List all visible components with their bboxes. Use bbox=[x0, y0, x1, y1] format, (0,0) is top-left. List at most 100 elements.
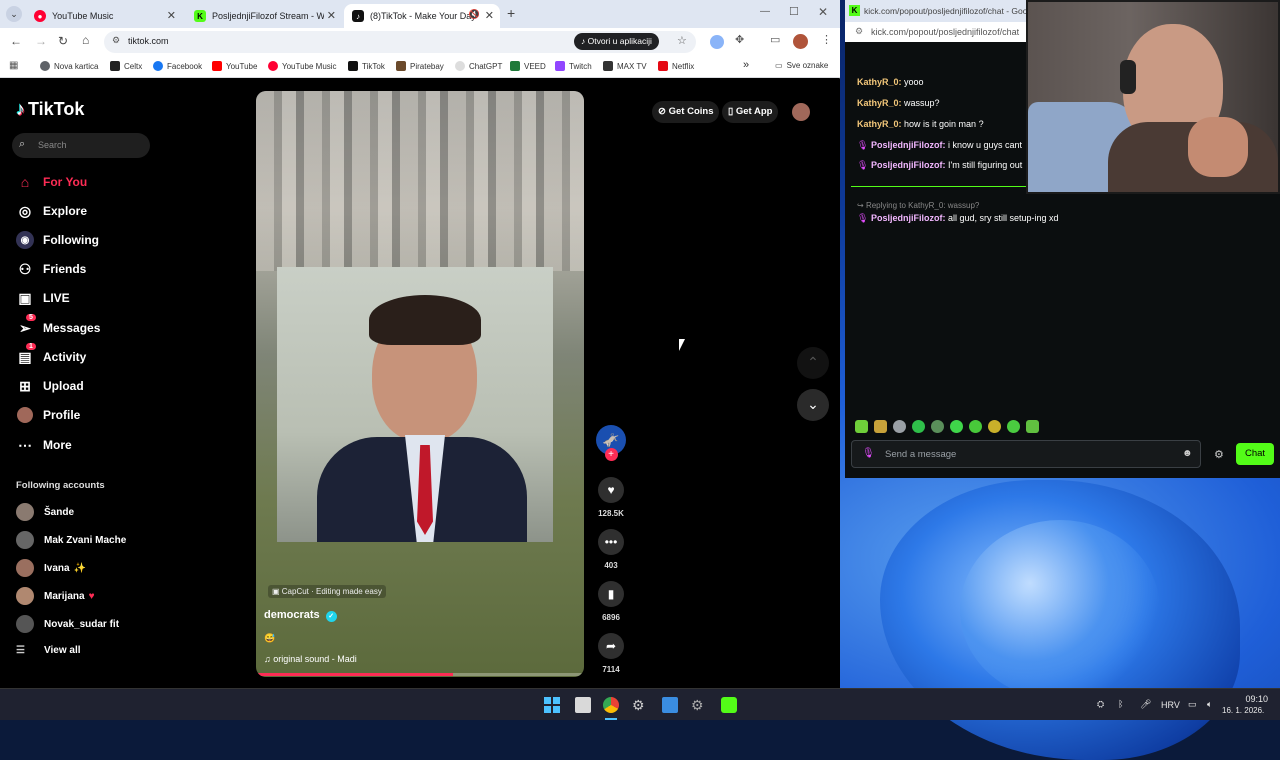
apps-icon[interactable]: ▦ bbox=[9, 60, 18, 71]
nav-for-you[interactable]: ⌂ For You bbox=[16, 173, 87, 191]
close-tab-icon[interactable]: ✕ bbox=[327, 9, 336, 22]
emote-icon[interactable] bbox=[931, 420, 944, 433]
cast-icon[interactable]: ▭ bbox=[770, 33, 780, 46]
save-button[interactable]: ▮ 6896 bbox=[596, 581, 626, 622]
chat-username[interactable]: KathyR_0: bbox=[857, 98, 902, 108]
like-button[interactable]: ♥ 128.5K bbox=[596, 477, 626, 518]
following-account[interactable]: Marijana ♥ bbox=[16, 587, 95, 605]
file-explorer-icon[interactable] bbox=[575, 697, 591, 713]
bookmark-twitch[interactable]: Twitch bbox=[555, 61, 592, 71]
mute-icon[interactable]: 🔇 bbox=[469, 9, 480, 20]
back-icon[interactable]: ← bbox=[10, 34, 22, 48]
clock-time[interactable]: 09:10 bbox=[1232, 694, 1268, 704]
start-icon[interactable] bbox=[544, 697, 560, 713]
nav-live[interactable]: ▣ LIVE bbox=[16, 289, 69, 307]
settings-icon[interactable]: ⚙ bbox=[632, 697, 648, 713]
profile-avatar[interactable] bbox=[793, 34, 808, 49]
kick-app-icon[interactable] bbox=[721, 697, 737, 713]
get-app-button[interactable]: ▯ Get App bbox=[722, 101, 779, 123]
chat-username[interactable]: KathyR_0: bbox=[857, 119, 902, 129]
all-bookmarks-folder[interactable]: ▭ Sve oznake bbox=[775, 61, 828, 70]
network-icon[interactable]: ▭ bbox=[1188, 699, 1197, 710]
bookmark-celtx[interactable]: Celtx bbox=[110, 61, 142, 71]
bookmark-tiktok[interactable]: TikTok bbox=[348, 61, 385, 71]
chrome-icon[interactable] bbox=[603, 697, 619, 713]
emoji-picker-icon[interactable]: ☻ bbox=[1182, 448, 1193, 459]
following-account[interactable]: Šande bbox=[16, 503, 74, 521]
nav-following[interactable]: ◉ Following bbox=[16, 231, 99, 249]
site-info-icon[interactable]: ⚙ bbox=[112, 35, 120, 46]
reload-icon[interactable]: ↻ bbox=[58, 34, 68, 48]
video-progress-track[interactable] bbox=[256, 673, 584, 676]
tiktok-logo[interactable]: ♪ TikTok bbox=[16, 99, 84, 120]
nav-more[interactable]: ⋯ More bbox=[16, 436, 72, 454]
bookmark-netflix[interactable]: Netflix bbox=[658, 61, 694, 71]
close-tab-icon[interactable]: ✕ bbox=[485, 9, 494, 22]
next-video-button[interactable]: ⌄ bbox=[797, 389, 829, 421]
chat-username[interactable]: KathyR_0: bbox=[857, 77, 902, 87]
emote-icon[interactable] bbox=[988, 420, 1001, 433]
address-bar[interactable]: ⚙ tiktok.com ♪ Otvori u aplikaciji ☆ bbox=[104, 31, 696, 53]
chat-username[interactable]: PosljednjiFilozof: bbox=[871, 213, 946, 223]
nav-messages[interactable]: ➢ 5 Messages bbox=[16, 314, 100, 337]
following-account[interactable]: Ivana ✨ bbox=[16, 559, 86, 577]
emote-icon[interactable] bbox=[969, 420, 982, 433]
emote-icon[interactable] bbox=[950, 420, 963, 433]
close-window-icon[interactable]: ✕ bbox=[818, 5, 828, 19]
new-tab-button[interactable]: + bbox=[507, 5, 515, 21]
chat-username[interactable]: PosljednjiFilozof: bbox=[871, 160, 946, 170]
bookmark-youtube-music[interactable]: YouTube Music bbox=[268, 61, 337, 71]
clock-date[interactable]: 16. 1. 2026. bbox=[1222, 706, 1264, 715]
language-indicator[interactable]: HRV bbox=[1161, 700, 1180, 710]
nav-profile[interactable]: Profile bbox=[16, 406, 80, 424]
chat-input[interactable]: 🎙 Send a message ☻ bbox=[851, 440, 1201, 468]
home-icon[interactable]: ⌂ bbox=[82, 33, 89, 47]
extension-icon[interactable] bbox=[710, 35, 724, 49]
volume-icon[interactable]: 🔈︎ bbox=[1207, 699, 1212, 710]
bookmark-max-tv[interactable]: MAX TV bbox=[603, 61, 647, 71]
video-author[interactable]: democrats ✓ bbox=[264, 609, 337, 622]
tab-tiktok[interactable]: ♪ (8)TikTok - Make Your Day 🔇 ✕ bbox=[344, 4, 500, 28]
more-bookmarks-button[interactable]: » bbox=[743, 59, 749, 71]
chat-username[interactable]: PosljednjiFilozof: bbox=[871, 140, 946, 150]
emote-icon[interactable] bbox=[855, 420, 868, 433]
previous-video-button[interactable]: ⌃ bbox=[797, 347, 829, 379]
chat-settings-icon[interactable]: ⚙ bbox=[1214, 448, 1224, 461]
bookmark-nova-kartica[interactable]: Nova kartica bbox=[40, 61, 98, 71]
bookmark-youtube[interactable]: YouTube bbox=[212, 61, 257, 71]
maximize-icon[interactable]: ☐ bbox=[789, 5, 799, 18]
following-account[interactable]: Novak_sudar fit bbox=[16, 615, 119, 633]
bookmark-facebook[interactable]: Facebook bbox=[153, 61, 202, 71]
emote-icon[interactable] bbox=[1026, 420, 1039, 433]
creator-avatar-button[interactable]: 🫏 + bbox=[596, 425, 626, 461]
bookmark-piratebay[interactable]: Piratebay bbox=[396, 61, 444, 71]
photos-icon[interactable] bbox=[662, 697, 678, 713]
microphone-icon[interactable]: 🎤︎ bbox=[1140, 699, 1151, 710]
emote-icon[interactable] bbox=[893, 420, 906, 433]
bookmark-veed[interactable]: VEED bbox=[510, 61, 546, 71]
nav-explore[interactable]: ◎ Explore bbox=[16, 202, 87, 220]
bookmark-star-icon[interactable]: ☆ bbox=[677, 34, 687, 47]
nav-friends[interactable]: ⚇ Friends bbox=[16, 260, 87, 278]
get-coins-button[interactable]: ⊘ Get Coins bbox=[652, 101, 720, 123]
close-tab-icon[interactable]: ✕ bbox=[167, 9, 176, 22]
bookmark-chatgpt[interactable]: ChatGPT bbox=[455, 61, 502, 71]
capcut-label[interactable]: ▣ CapCut · Editing made easy bbox=[268, 585, 386, 598]
tray-app-icon[interactable]: ⛭ bbox=[1097, 699, 1104, 710]
comment-button[interactable]: ••• 403 bbox=[596, 529, 626, 570]
nav-activity[interactable]: ▤ 1 Activity bbox=[16, 343, 86, 366]
nav-upload[interactable]: ⊞ Upload bbox=[16, 377, 84, 395]
view-all-link[interactable]: ☰ View all bbox=[16, 645, 81, 656]
user-avatar[interactable] bbox=[792, 103, 810, 121]
extensions-puzzle-icon[interactable]: ✥ bbox=[735, 33, 744, 46]
menu-icon[interactable]: ⋮ bbox=[821, 33, 832, 46]
minimize-icon[interactable]: — bbox=[760, 6, 770, 17]
app-gear-icon[interactable]: ⚙ bbox=[691, 697, 707, 713]
search-input[interactable]: ⌕ Search bbox=[12, 133, 150, 158]
tab-youtube-music[interactable]: ● YouTube Music ✕ bbox=[26, 4, 182, 28]
following-account[interactable]: Mak Zvani Mache bbox=[16, 531, 126, 549]
emote-icon[interactable] bbox=[912, 420, 925, 433]
chat-send-button[interactable]: Chat bbox=[1236, 443, 1274, 465]
video-sound[interactable]: ♫ original sound - Madi bbox=[264, 654, 357, 664]
tab-search-button[interactable]: ⌄ bbox=[6, 6, 22, 22]
